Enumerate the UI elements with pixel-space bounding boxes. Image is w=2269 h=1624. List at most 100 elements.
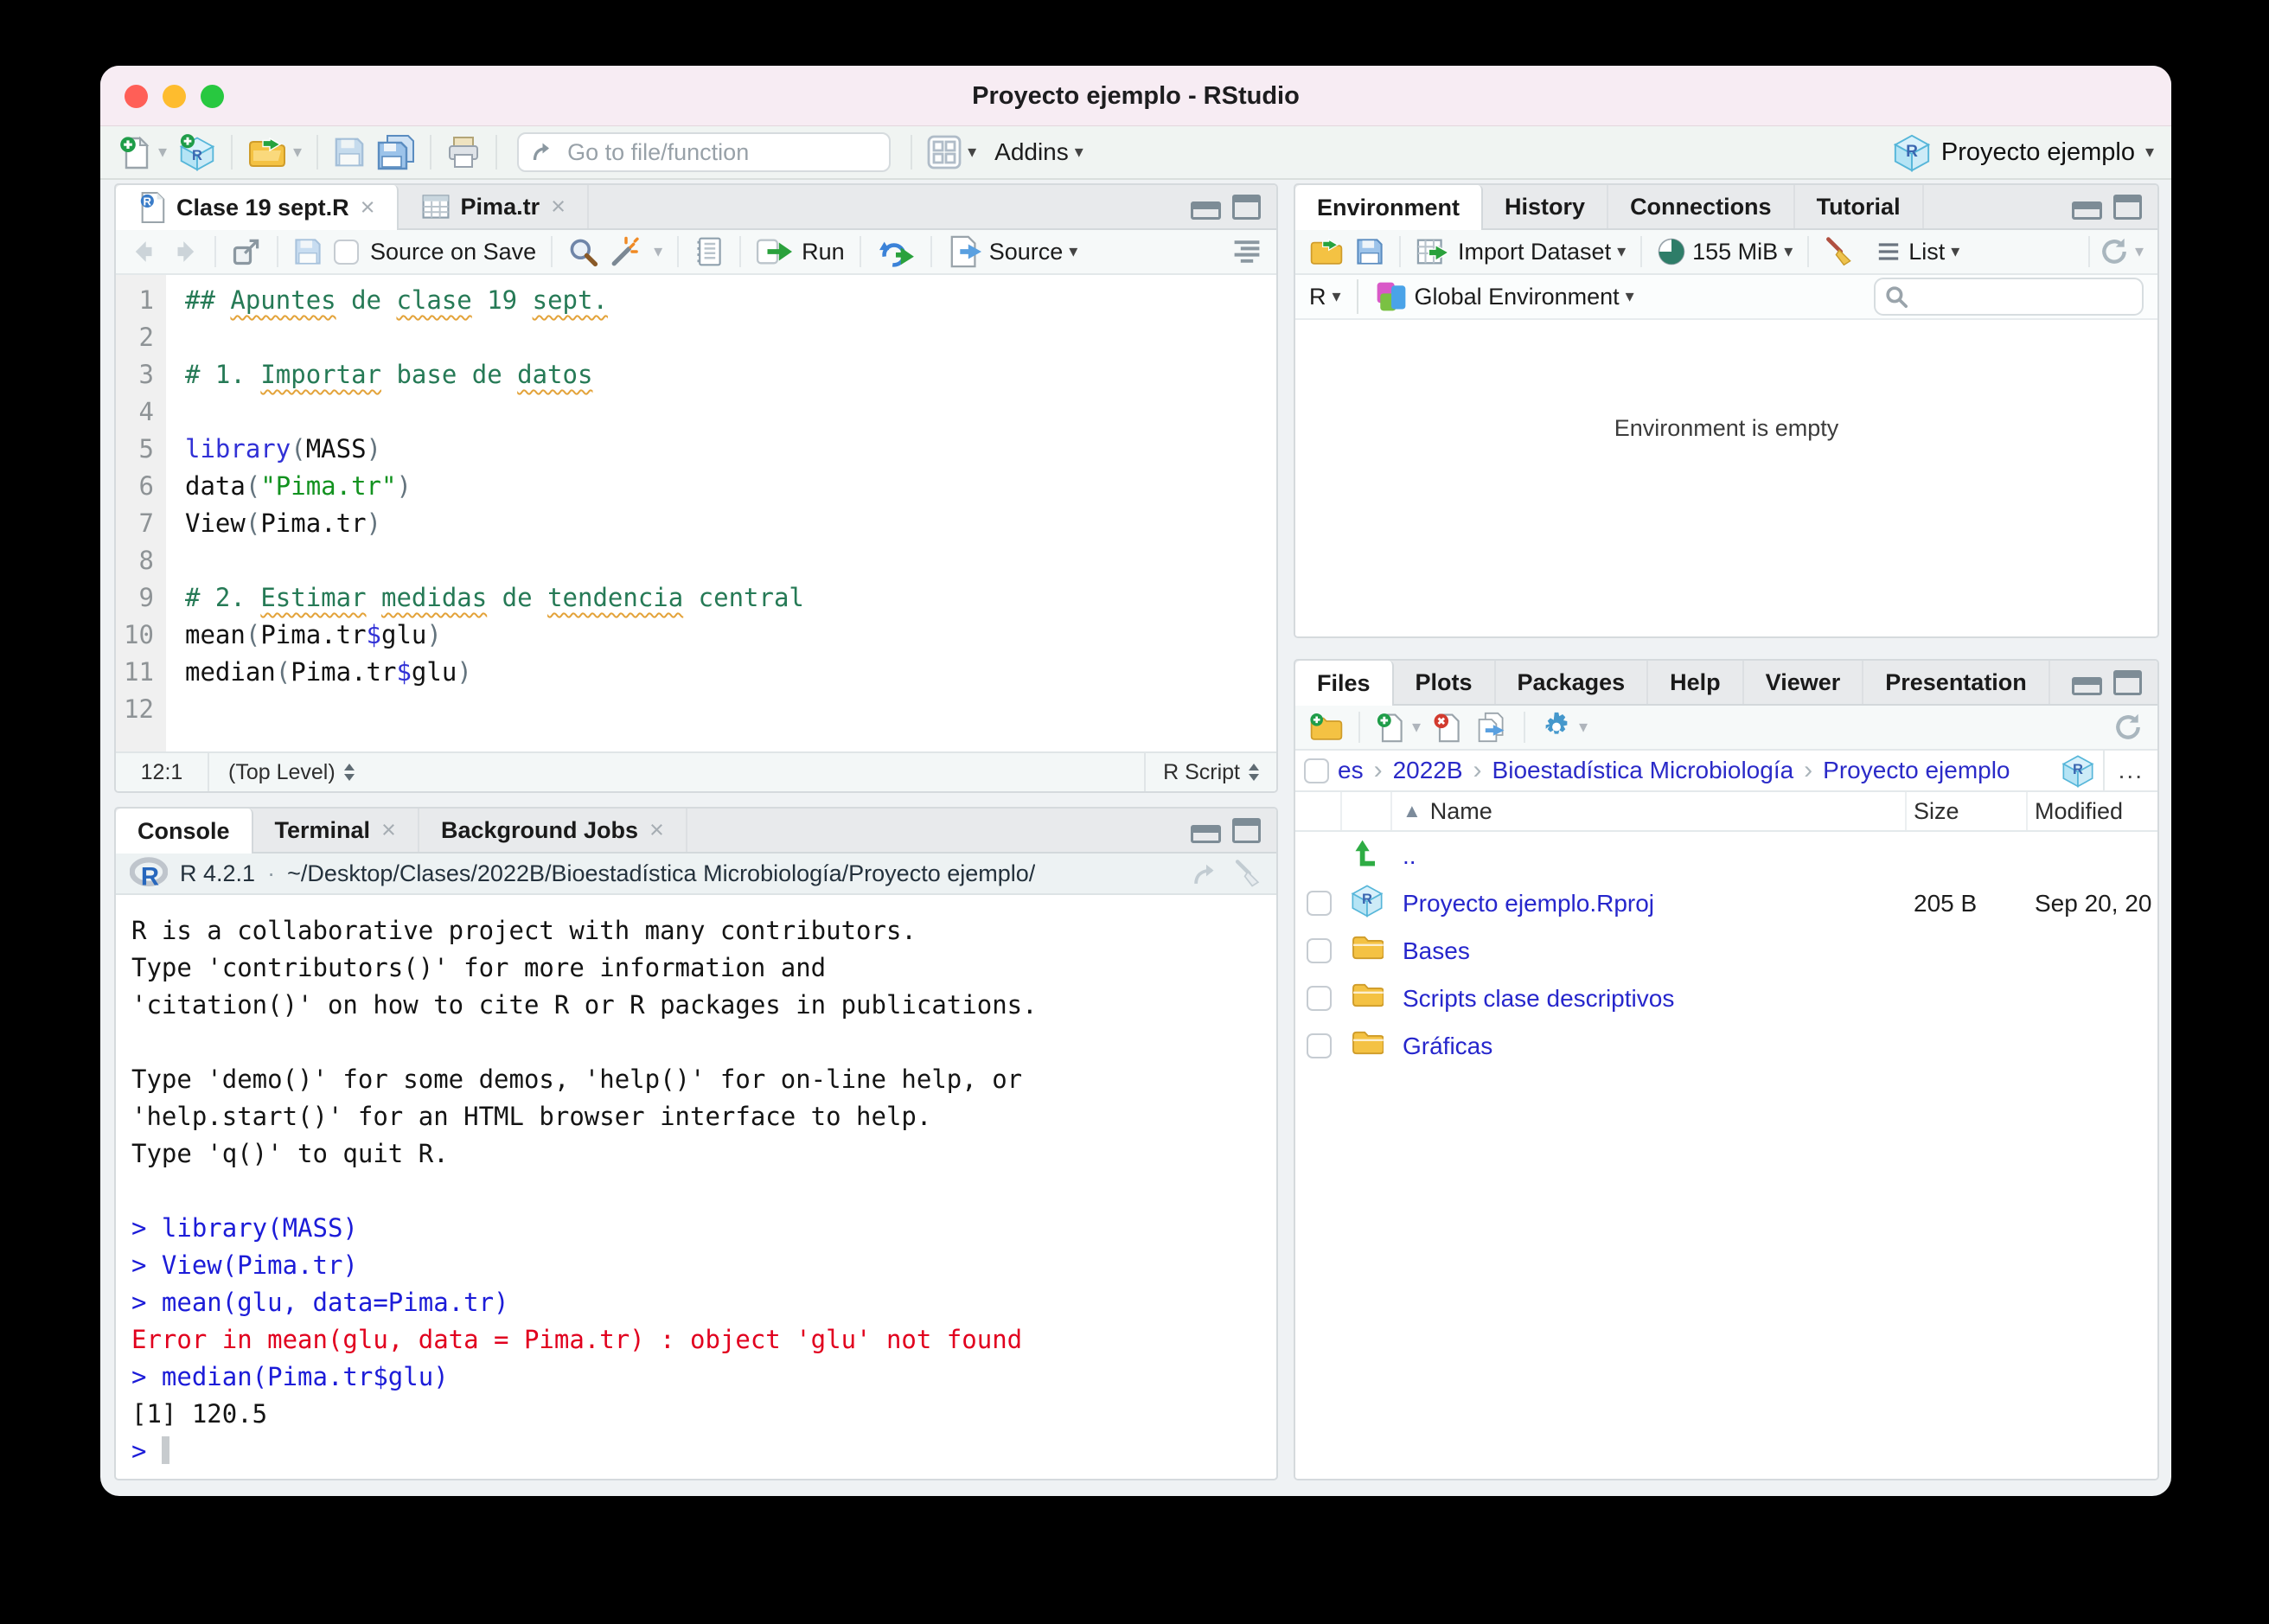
file-row-scripts-clase-descriptivos[interactable]: Scripts clase descriptivos	[1295, 975, 2157, 1022]
file-name-link[interactable]: Gráficas	[1403, 1033, 1492, 1060]
file-row-[interactable]: ..	[1295, 832, 2157, 879]
environment-scope-selector[interactable]: Global Environment ▾	[1374, 279, 1634, 314]
new-blank-file-button[interactable]: ▾	[1375, 712, 1421, 743]
project-caret-icon[interactable]: ▾	[2145, 144, 2154, 161]
clear-console-icon[interactable]	[1233, 859, 1262, 888]
maximize-pane-icon[interactable]	[1232, 195, 1261, 220]
new-blank-file-caret-icon[interactable]: ▾	[1412, 719, 1421, 736]
source-button[interactable]: Source ▾	[947, 235, 1078, 268]
tab-history[interactable]: History	[1483, 185, 1608, 228]
clear-environment-icon[interactable]	[1824, 236, 1855, 267]
file-name-link[interactable]: Bases	[1403, 937, 1470, 965]
breadcrumb-item-proyecto-ejemplo[interactable]: Proyecto ejemplo	[1823, 757, 2010, 784]
maximize-pane-icon[interactable]	[1232, 818, 1261, 843]
tab-background-jobs[interactable]: Background Jobs×	[419, 809, 687, 852]
new-project-button[interactable]: R	[178, 133, 216, 171]
new-file-button[interactable]: ▾	[118, 135, 167, 169]
list-view-caret-icon[interactable]: ▾	[1951, 243, 1959, 260]
close-window-button[interactable]	[125, 85, 148, 108]
file-checkbox[interactable]	[1307, 938, 1332, 963]
minimize-pane-icon[interactable]	[2072, 201, 2102, 220]
maximize-pane-icon[interactable]	[2113, 670, 2142, 695]
select-all-checkbox[interactable]	[1304, 758, 1329, 783]
close-tab-icon[interactable]: ×	[381, 816, 396, 845]
refresh-caret-icon[interactable]: ▾	[2135, 243, 2144, 260]
compile-report-icon[interactable]	[693, 236, 725, 267]
show-directory-icon[interactable]	[1192, 859, 1221, 888]
project-menu[interactable]: R Proyecto ejemplo ▾	[1893, 132, 2154, 172]
open-file-button[interactable]: ▾	[247, 135, 302, 169]
tab-presentation[interactable]: Presentation	[1863, 661, 2050, 704]
source-on-save-checkbox[interactable]	[334, 240, 359, 265]
scope-caret-icon[interactable]: ▾	[1626, 288, 1634, 305]
file-row-gr-ficas[interactable]: Gráficas	[1295, 1022, 2157, 1070]
minimize-pane-icon[interactable]	[1191, 201, 1221, 220]
language-caret-icon[interactable]: ▾	[1333, 288, 1341, 305]
delete-file-icon[interactable]	[1432, 712, 1463, 743]
files-more-button[interactable]: ▾	[1540, 711, 1588, 744]
save-workspace-icon[interactable]	[1355, 237, 1384, 266]
open-file-caret-icon[interactable]: ▾	[293, 144, 302, 161]
file-row-proyecto-ejemplo-rproj[interactable]: RProyecto ejemplo.Rproj205 BSep 20, 20	[1295, 879, 2157, 927]
new-folder-icon[interactable]	[1309, 712, 1344, 743]
close-tab-icon[interactable]: ×	[551, 193, 566, 221]
file-name-link[interactable]: ..	[1403, 842, 1416, 870]
new-file-caret-icon[interactable]: ▾	[158, 144, 167, 161]
column-header-size[interactable]: Size	[1907, 792, 2028, 830]
refresh-environment-icon[interactable]	[2099, 236, 2130, 267]
tab-connections[interactable]: Connections	[1608, 185, 1795, 228]
breadcrumb-item-bioestad-stica-microbiolog-a[interactable]: Bioestadística Microbiología	[1492, 757, 1794, 784]
file-checkbox[interactable]	[1307, 986, 1332, 1011]
refresh-files-icon[interactable]	[2112, 712, 2144, 743]
maximize-pane-icon[interactable]	[2113, 195, 2142, 220]
file-row-bases[interactable]: Bases	[1295, 927, 2157, 975]
tab-plots[interactable]: Plots	[1394, 661, 1496, 704]
close-tab-icon[interactable]: ×	[649, 816, 664, 845]
tab-files[interactable]: Files	[1295, 661, 1394, 706]
minimize-pane-icon[interactable]	[1191, 825, 1221, 843]
close-tab-icon[interactable]: ×	[361, 194, 375, 222]
file-checkbox[interactable]	[1307, 891, 1332, 916]
goto-file-function-box[interactable]	[517, 132, 891, 172]
popout-window-icon[interactable]	[231, 236, 262, 267]
tab-pima-tr[interactable]: Pima.tr×	[399, 185, 589, 228]
tab-environment[interactable]: Environment	[1295, 185, 1483, 230]
tab-terminal[interactable]: Terminal×	[253, 809, 419, 852]
scope-selector[interactable]: (Top Level)	[209, 758, 355, 786]
source-caret-icon[interactable]: ▾	[1069, 243, 1077, 260]
environment-search-box[interactable]	[1874, 278, 2144, 316]
addins-dropdown[interactable]: Addins ▾	[994, 138, 1083, 166]
pane-layout-caret-icon[interactable]: ▾	[968, 144, 976, 161]
list-view-button[interactable]: List ▾	[1875, 238, 1959, 265]
environment-search-input[interactable]	[1915, 284, 2133, 310]
language-selector[interactable]: R ▾	[1309, 284, 1341, 310]
pane-layout-button[interactable]: ▾	[927, 135, 976, 169]
goto-file-function-input[interactable]	[566, 138, 877, 167]
tab-clase-19-sept-r[interactable]: RClase 19 sept.R×	[116, 185, 399, 230]
tab-packages[interactable]: Packages	[1496, 661, 1649, 704]
run-button[interactable]: Run	[756, 235, 845, 268]
find-replace-icon[interactable]	[567, 236, 598, 267]
rerun-icon[interactable]	[876, 235, 916, 268]
save-all-button[interactable]	[377, 134, 415, 170]
save-button[interactable]	[333, 136, 366, 169]
code-tools-icon[interactable]	[610, 235, 642, 268]
column-header-name[interactable]: ▲ Name	[1392, 792, 1907, 830]
filetype-selector[interactable]: R Script	[1144, 753, 1276, 791]
load-workspace-icon[interactable]	[1309, 236, 1344, 267]
forward-icon[interactable]	[170, 237, 200, 266]
minimize-window-button[interactable]	[163, 85, 186, 108]
file-name-link[interactable]: Proyecto ejemplo.Rproj	[1403, 890, 1654, 917]
addins-caret-icon[interactable]: ▾	[1075, 144, 1083, 161]
import-dataset-caret-icon[interactable]: ▾	[1617, 243, 1626, 260]
tab-help[interactable]: Help	[1648, 661, 1744, 704]
memory-usage-button[interactable]: 155 MiB ▾	[1657, 237, 1793, 266]
back-icon[interactable]	[130, 237, 159, 266]
memory-caret-icon[interactable]: ▾	[1784, 243, 1793, 260]
minimize-pane-icon[interactable]	[2072, 677, 2102, 695]
code-area[interactable]: ## Apuntes de clase 19 sept. # 1. Import…	[166, 275, 1276, 751]
fullscreen-window-button[interactable]	[201, 85, 224, 108]
filetype-spinner-icon[interactable]	[1249, 758, 1259, 786]
save-source-icon[interactable]	[293, 237, 323, 266]
column-header-modified[interactable]: Modified	[2028, 798, 2157, 825]
